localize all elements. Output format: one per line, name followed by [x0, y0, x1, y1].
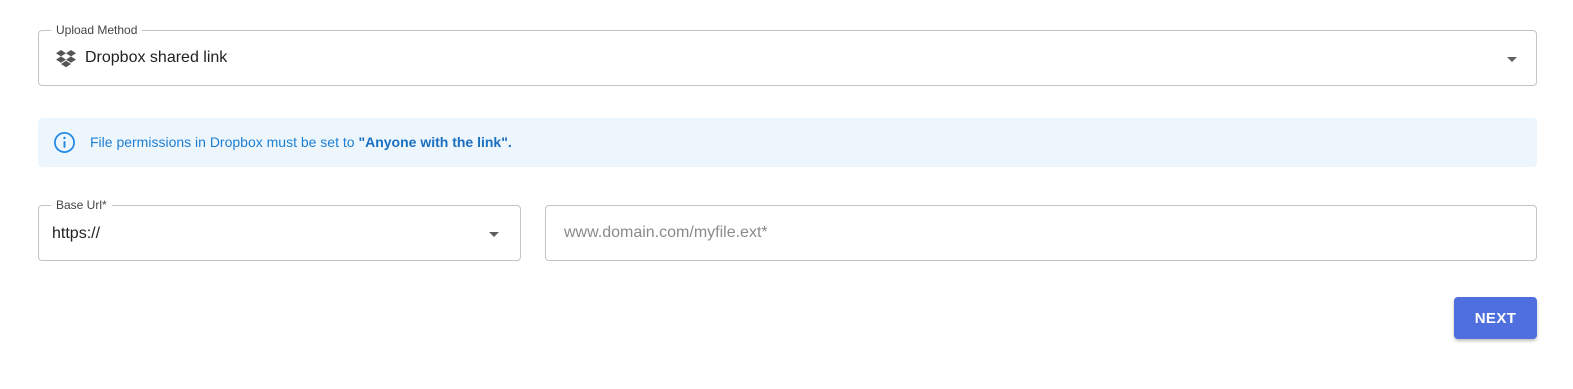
- upload-form: Upload Method Dropbox shared link File p…: [0, 0, 1573, 389]
- upload-method-value: Dropbox shared link: [85, 49, 228, 66]
- chevron-down-icon[interactable]: [1507, 57, 1517, 62]
- upload-method-label: Upload Method: [51, 23, 143, 37]
- info-message-prefix: File permissions in Dropbox must be set …: [90, 134, 359, 150]
- chevron-down-icon[interactable]: [489, 232, 499, 237]
- info-alert: File permissions in Dropbox must be set …: [38, 118, 1537, 167]
- file-url-field[interactable]: [545, 205, 1537, 261]
- info-message-emphasis: "Anyone with the link".: [358, 134, 512, 150]
- base-url-value: https://: [52, 225, 101, 242]
- upload-method-select[interactable]: Upload Method Dropbox shared link: [38, 23, 1537, 86]
- base-url-select[interactable]: Base Url* https://: [38, 198, 521, 261]
- dropbox-icon: [56, 50, 76, 68]
- info-message: File permissions in Dropbox must be set …: [90, 134, 512, 151]
- info-icon: [54, 132, 75, 153]
- file-url-input[interactable]: [564, 206, 1514, 260]
- next-button[interactable]: NEXT: [1454, 297, 1537, 339]
- base-url-label: Base Url*: [51, 198, 112, 212]
